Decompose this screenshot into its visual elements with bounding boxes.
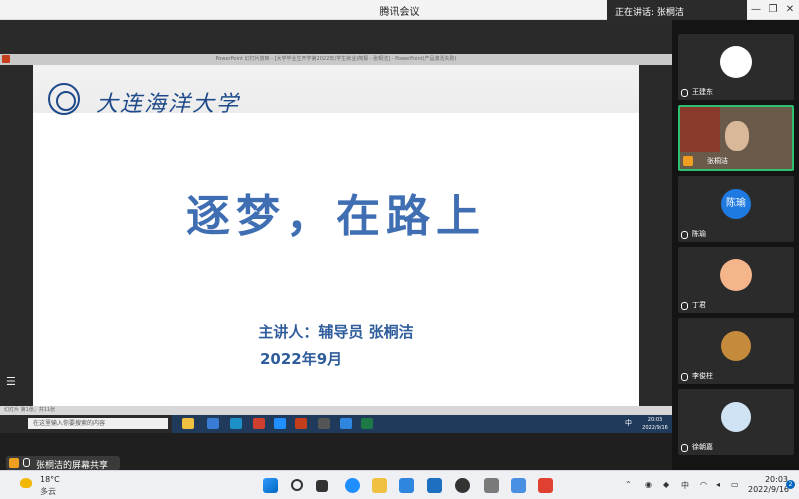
weather-desc: 多云 — [40, 487, 56, 496]
powerpoint-icon — [2, 55, 10, 63]
start-icon[interactable] — [263, 478, 278, 493]
participant-tile[interactable]: 丁君 — [678, 247, 794, 313]
chevron-up-icon[interactable]: ⌃ — [625, 480, 632, 489]
clock-time: 20:03 — [764, 475, 788, 484]
participant-tile[interactable]: 王建东 — [678, 34, 794, 100]
avatar — [720, 259, 752, 291]
speaking-indicator: 正在讲话: 张桐洁 — [607, 0, 747, 20]
system-clock[interactable]: 20:03 2022/9/16 — [748, 475, 790, 495]
edge-icon[interactable] — [345, 478, 360, 493]
mic-icon — [23, 458, 30, 467]
inner-clock-date: 2022/9/16 — [642, 425, 668, 431]
tray-icon[interactable]: ◉ — [645, 480, 652, 489]
app-icon-3[interactable] — [538, 478, 553, 493]
participant-video — [725, 121, 749, 151]
meeting-icon — [340, 418, 352, 429]
inner-ime-indicator: 中 — [625, 419, 632, 427]
video-background — [680, 107, 720, 152]
app-icon — [253, 418, 265, 429]
mail-icon[interactable] — [427, 478, 442, 493]
participant-name: 丁君 — [692, 301, 706, 309]
avatar — [721, 402, 751, 432]
slide-date: 2022年9月 — [260, 350, 343, 368]
powerpoint-taskbar-icon — [295, 418, 307, 429]
file-explorer-icon[interactable] — [372, 478, 387, 493]
avatar — [720, 46, 752, 78]
ie-icon — [230, 418, 242, 429]
minimize-icon[interactable]: — — [747, 0, 765, 20]
slide-speaker: 主讲人：辅导员 张桐洁 — [258, 323, 414, 341]
mic-icon — [681, 444, 688, 452]
wifi-icon[interactable]: ◠ — [700, 480, 707, 489]
task-view-icon[interactable] — [316, 480, 328, 492]
participant-name: 李俊柱 — [692, 372, 713, 380]
search-icon[interactable] — [291, 479, 303, 491]
participant-tile[interactable]: 徐朝嘉 — [678, 389, 794, 455]
dell-icon[interactable] — [455, 478, 470, 493]
close-icon[interactable]: ✕ — [781, 0, 799, 20]
participant-name: 王建东 — [692, 88, 713, 96]
ime-indicator[interactable]: 中 — [681, 480, 689, 491]
file-explorer-icon — [182, 418, 194, 429]
university-seal-icon — [48, 83, 80, 115]
avatar — [721, 331, 751, 361]
inner-taskbar — [172, 415, 672, 433]
app-icon-2[interactable] — [511, 478, 526, 493]
participant-name: 徐朝嘉 — [692, 443, 713, 451]
mic-icon — [681, 302, 688, 310]
store-icon — [207, 418, 219, 429]
user-icon — [9, 458, 19, 468]
tray-icon[interactable]: ◆ — [663, 480, 669, 489]
excel-icon — [361, 418, 373, 429]
participant-tile-active[interactable]: 张桐洁 — [678, 105, 794, 171]
participant-name: 张桐洁 — [707, 157, 728, 165]
weather-icon[interactable] — [20, 478, 32, 488]
app-icon[interactable] — [484, 478, 499, 493]
list-icon[interactable]: ☰ — [6, 376, 18, 388]
avatar: 陈瑜 — [721, 189, 751, 219]
mic-icon — [681, 89, 688, 97]
inner-clock-time: 20:03 — [647, 417, 663, 423]
restore-icon[interactable]: ❐ — [764, 0, 782, 20]
meeting-app-icon[interactable] — [399, 478, 414, 493]
inner-search-input: 在这里输入你要搜索的内容 — [28, 418, 168, 429]
mic-icon — [681, 231, 688, 239]
participant-tile[interactable]: 陈瑜 陈瑜 — [678, 176, 794, 242]
edge-icon — [274, 418, 286, 429]
ppt-status-bar: 幻灯片 第1张，共11张 — [0, 406, 672, 415]
weather-temp[interactable]: 18°C — [40, 475, 60, 484]
battery-icon[interactable]: ▭ — [731, 480, 739, 489]
participant-tile[interactable]: 李俊柱 — [678, 318, 794, 384]
university-logo-text: 大连海洋大学 — [96, 92, 241, 117]
mic-icon — [681, 373, 688, 381]
inner-clock: 20:03 2022/9/16 — [640, 415, 670, 433]
slide-main-title: 逐梦，在路上 — [186, 191, 486, 242]
clock-date: 2022/9/16 — [748, 485, 790, 494]
user-icon — [683, 156, 693, 166]
notification-badge[interactable]: 2 — [786, 480, 795, 489]
participant-name: 陈瑜 — [692, 230, 706, 238]
volume-icon[interactable]: ◂ — [716, 480, 720, 489]
ppt-window-title: PowerPoint 幻灯片放映 - [大学毕业生开学第2022年(学生就业)简… — [0, 54, 672, 65]
app-icon-2 — [318, 418, 330, 429]
